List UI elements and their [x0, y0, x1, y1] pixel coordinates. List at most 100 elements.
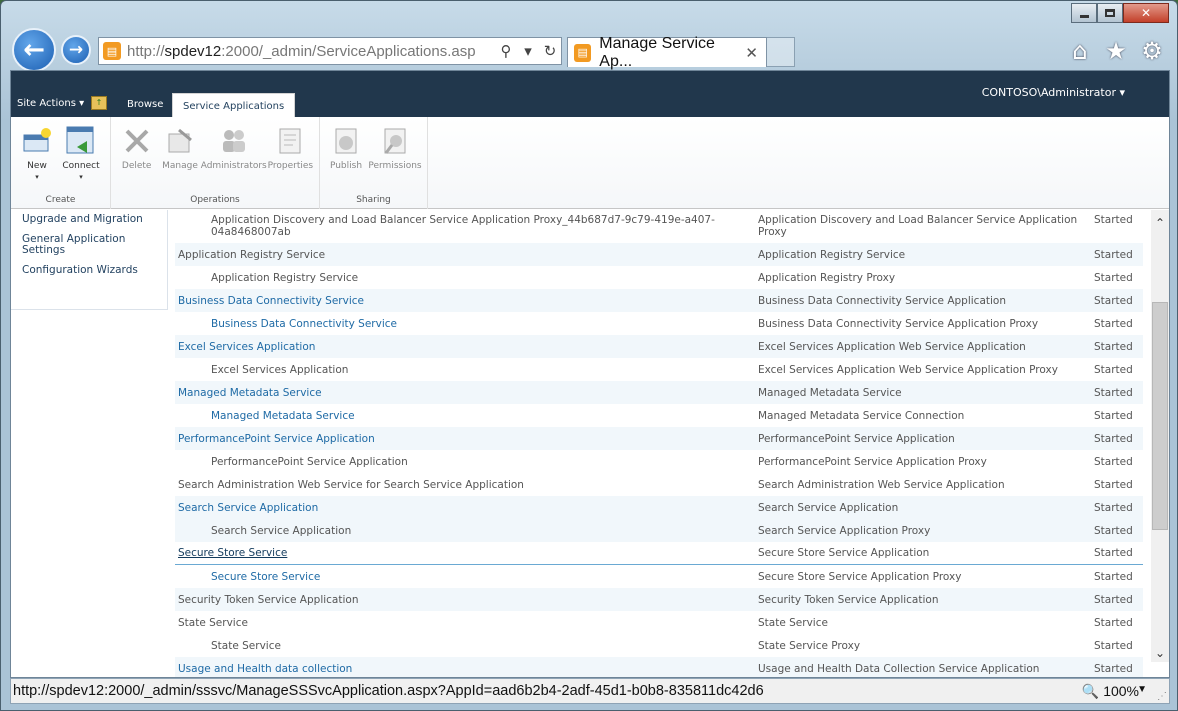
site-favicon-icon: ▤	[103, 42, 121, 60]
manage-label: Manage	[162, 161, 198, 171]
settings-gear-icon[interactable]: ⚙	[1139, 37, 1165, 65]
navigate-up-icon[interactable]: ↑	[91, 96, 107, 110]
row-status: Started	[1094, 363, 1133, 376]
table-row[interactable]: State Service State Service Started	[175, 611, 1143, 634]
row-status: Started	[1094, 616, 1133, 629]
close-window-button[interactable]: ✕	[1123, 3, 1169, 23]
favorites-star-icon[interactable]: ★	[1103, 37, 1129, 65]
status-bar: http://spdev12:2000/_admin/sssvc/ManageS…	[10, 678, 1170, 704]
ribbon-group-sharing: Publish Permissions Sharing	[320, 117, 428, 209]
row-type: Security Token Service Application	[758, 593, 939, 606]
row-type: PerformancePoint Service Application Pro…	[758, 455, 987, 468]
properties-label: Properties	[267, 161, 314, 171]
permissions-icon	[379, 125, 411, 157]
row-status: Started	[1094, 271, 1133, 284]
nav-configuration-wizards[interactable]: Configuration Wizards	[22, 265, 167, 276]
row-status: Started	[1094, 524, 1133, 537]
resize-grip-icon[interactable]: ⋰	[1157, 691, 1167, 702]
ribbon-group-label: Operations	[190, 195, 240, 205]
zoom-dropdown-icon[interactable]: ▼	[1137, 684, 1147, 695]
tab-browse[interactable]: Browse	[119, 98, 171, 111]
table-row[interactable]: Usage and Health data collection Usage a…	[175, 657, 1143, 677]
site-actions-label: Site Actions	[17, 98, 76, 109]
row-name: Security Token Service Application	[178, 593, 359, 606]
row-type: Application Discovery and Load Balancer …	[758, 214, 1078, 238]
row-name-link[interactable]: PerformancePoint Service Application	[175, 433, 758, 445]
back-button[interactable]: ←	[12, 28, 56, 72]
table-row[interactable]: PerformancePoint Service Application Per…	[175, 450, 1143, 473]
ribbon-group-operations: Delete Manage Administrators Properties …	[111, 117, 320, 209]
table-row[interactable]: Secure Store Service Secure Store Servic…	[175, 565, 1143, 588]
manage-icon	[164, 125, 196, 157]
connect-label: Connect	[62, 161, 100, 171]
dropdown-arrow-icon[interactable]: ▾	[517, 42, 539, 60]
table-row[interactable]: PerformancePoint Service Application Per…	[175, 427, 1143, 450]
browser-window: ✕ ← → ▤ http://spdev12:2000/_admin/Servi…	[0, 0, 1178, 711]
row-name: Application Registry Service	[178, 248, 326, 261]
row-type: Managed Metadata Service Connection	[758, 409, 965, 422]
row-type: Excel Services Application Web Service A…	[758, 363, 1058, 376]
row-name-link[interactable]: Business Data Connectivity Service	[175, 318, 758, 330]
row-status: Started	[1094, 340, 1133, 353]
table-row[interactable]: Managed Metadata Service Managed Metadat…	[175, 381, 1143, 404]
row-name: State Service	[211, 639, 281, 652]
scroll-thumb[interactable]	[1152, 302, 1168, 530]
left-navigation: Upgrade and Migration General Applicatio…	[11, 210, 168, 310]
table-row[interactable]: Excel Services Application Excel Service…	[175, 335, 1143, 358]
table-row[interactable]: Search Administration Web Service for Se…	[175, 473, 1143, 496]
row-name-link[interactable]: Business Data Connectivity Service	[175, 295, 758, 307]
scroll-up-icon[interactable]: ⌃	[1151, 214, 1169, 232]
table-row[interactable]: Managed Metadata Service Managed Metadat…	[175, 404, 1143, 427]
table-row[interactable]: Business Data Connectivity Service Busin…	[175, 312, 1143, 335]
forward-button[interactable]: →	[61, 35, 91, 65]
table-row[interactable]: Application Registry Service Application…	[175, 266, 1143, 289]
row-name-link[interactable]: Excel Services Application	[175, 341, 758, 353]
row-type: Search Service Application	[758, 501, 899, 514]
row-name-link[interactable]: Search Service Application	[175, 502, 758, 514]
row-type: Search Service Application Proxy	[758, 524, 931, 537]
row-type: Managed Metadata Service	[758, 386, 902, 399]
table-row[interactable]: Application Registry Service Application…	[175, 243, 1143, 266]
new-tab-button[interactable]	[767, 37, 795, 67]
table-row-selected[interactable]: Secure Store Service Secure Store Servic…	[175, 542, 1143, 565]
close-tab-icon[interactable]: ✕	[745, 44, 758, 62]
browser-tab[interactable]: ▤ Manage Service Ap... ✕	[567, 35, 767, 70]
search-icon[interactable]: ⚲	[495, 42, 517, 60]
row-type: Secure Store Service Application	[758, 547, 930, 559]
row-status: Started	[1094, 455, 1133, 468]
row-status: Started	[1094, 317, 1133, 330]
vertical-scrollbar[interactable]: ⌃ ⌄	[1151, 210, 1169, 662]
table-row[interactable]: Search Service Application Search Servic…	[175, 519, 1143, 542]
address-url[interactable]: http://spdev12:2000/_admin/ServiceApplic…	[127, 43, 495, 60]
row-name-link[interactable]: Managed Metadata Service	[175, 410, 758, 422]
nav-upgrade-migration[interactable]: Upgrade and Migration	[22, 214, 167, 225]
home-icon[interactable]: ⌂	[1067, 37, 1093, 65]
table-row[interactable]: Application Discovery and Load Balancer …	[175, 210, 1143, 243]
administrators-label: Administrators	[200, 161, 267, 171]
nav-general-application-settings[interactable]: General Application Settings	[22, 234, 167, 256]
row-name-link[interactable]: Secure Store Service	[175, 571, 758, 583]
user-menu[interactable]: CONTOSO\Administrator ▾	[982, 86, 1125, 99]
tab-service-applications[interactable]: Service Applications	[172, 93, 296, 117]
table-row[interactable]: Business Data Connectivity Service Busin…	[175, 289, 1143, 312]
refresh-icon[interactable]: ↻	[539, 42, 561, 60]
row-name: Excel Services Application	[211, 363, 349, 376]
row-name: PerformancePoint Service Application	[211, 455, 408, 468]
address-bar[interactable]: ▤ http://spdev12:2000/_admin/ServiceAppl…	[98, 37, 562, 65]
maximize-button[interactable]	[1097, 3, 1123, 23]
table-row[interactable]: Search Service Application Search Servic…	[175, 496, 1143, 519]
row-name-link[interactable]: Managed Metadata Service	[175, 387, 758, 399]
minimize-button[interactable]	[1071, 3, 1097, 23]
row-name-link[interactable]: Usage and Health data collection	[175, 663, 758, 675]
tab-title: Manage Service Ap...	[599, 34, 715, 70]
table-row[interactable]: State Service State Service Proxy Starte…	[175, 634, 1143, 657]
zoom-level[interactable]: 🔍 100%	[1082, 683, 1139, 700]
new-icon	[21, 125, 53, 157]
site-actions-menu[interactable]: Site Actions ▾	[17, 98, 84, 109]
table-row[interactable]: Excel Services Application Excel Service…	[175, 358, 1143, 381]
scroll-down-icon[interactable]: ⌄	[1151, 644, 1169, 662]
delete-label: Delete	[121, 161, 152, 171]
table-row[interactable]: Security Token Service Application Secur…	[175, 588, 1143, 611]
row-status: Started	[1094, 501, 1133, 514]
row-name-link[interactable]: Secure Store Service	[175, 547, 758, 559]
